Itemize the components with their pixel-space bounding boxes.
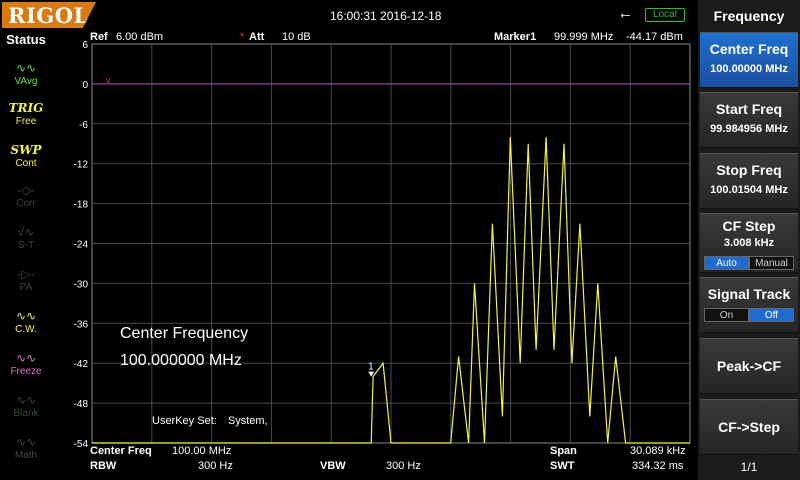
signal-track-button[interactable]: Signal Track On Off — [700, 277, 798, 333]
signal-track-on-option[interactable]: On — [704, 308, 749, 322]
logo-text: RIGOL — [8, 3, 89, 28]
stop-freq-button-value: 100.01504 MHz — [710, 184, 788, 196]
y-tick-label: -24 — [74, 240, 89, 251]
center-freq-button[interactable]: Center Freq 100.00000 MHz — [700, 32, 798, 88]
y-tick-label: -36 — [74, 319, 89, 330]
stop-freq-button-label: Stop Freq — [716, 162, 782, 178]
peak-to-cf-label: Peak->CF — [716, 358, 782, 374]
y-tick-label: 6 — [82, 40, 88, 51]
center-freq-label: Center Freq — [90, 445, 152, 457]
span-label: Span — [550, 445, 577, 457]
rbw-value: 300 Hz — [198, 460, 233, 472]
menu-title: Frequency — [713, 8, 785, 24]
signal-track-toggle[interactable]: On Off — [704, 308, 794, 322]
spectrum-plot[interactable]: 6 0 -6 -12 -18 -24 -30 -36 -42 -48 -54 v1 — [0, 30, 698, 450]
userkey-set-value: System, — [227, 415, 268, 427]
swt-label: SWT — [550, 460, 575, 472]
span-value: 30.089 kHz — [630, 445, 686, 457]
overlay-title: Center Frequency — [120, 325, 249, 342]
userkey-set-label: UserKey Set: — [152, 415, 217, 427]
signal-track-label: Signal Track — [707, 286, 791, 302]
userkey-label: UserKey Set: System, — [152, 415, 268, 427]
cf-step-auto-option[interactable]: Auto — [704, 256, 749, 270]
swt-value: 334.32 ms — [632, 460, 684, 472]
local-badge[interactable]: Local — [645, 8, 685, 22]
center-freq-button-value: 100.00000 MHz — [710, 63, 788, 75]
overlay-value: 100.000000 MHz — [120, 352, 242, 369]
marker1-number: 1 — [368, 362, 374, 373]
vbw-value: 300 Hz — [386, 460, 421, 472]
start-freq-button-value: 99.984956 MHz — [710, 123, 788, 135]
start-freq-button-label: Start Freq — [715, 101, 783, 117]
signal-track-off-option[interactable]: Off — [749, 308, 794, 322]
center-freq-button-label: Center Freq — [709, 41, 789, 57]
datetime: 16:00:31 2016-12-18 — [330, 9, 442, 23]
ref-marker-glyph: v — [106, 75, 111, 85]
center-freq-value: 100.00 MHz — [172, 445, 232, 457]
cf-step-button[interactable]: CF Step 3.008 kHz Auto Manual — [700, 213, 798, 273]
cf-step-value: 3.008 kHz — [723, 237, 775, 249]
start-freq-button[interactable]: Start Freq 99.984956 MHz — [700, 92, 798, 148]
y-tick-label: -6 — [79, 120, 88, 131]
y-tick-label: -48 — [74, 399, 89, 410]
rigol-logo: RIGOL — [2, 2, 96, 28]
usb-icon: ⭠ — [620, 7, 631, 22]
frequency-menu: Frequency Center Freq 100.00000 MHz Star… — [698, 0, 800, 480]
menu-page-indicator: 1/1 — [740, 460, 758, 474]
peak-to-cf-button[interactable]: Peak->CF — [700, 338, 798, 394]
top-bar: RIGOL 16:00:31 2016-12-18 ⭠ Local — [0, 0, 698, 30]
y-tick-label: -42 — [74, 359, 89, 370]
vbw-label: VBW — [320, 460, 346, 472]
spectrum-svg[interactable]: 60-6-12-18-24-30-36-42-48-54 v1 — [0, 30, 698, 450]
y-tick-label: 0 — [82, 80, 88, 91]
cf-step-label: CF Step — [722, 218, 776, 234]
cf-step-manual-option[interactable]: Manual — [749, 256, 794, 270]
y-tick-label: -18 — [74, 200, 89, 211]
y-tick-label: -12 — [74, 160, 89, 171]
footer: Center Freq 100.00 MHz RBW 300 Hz VBW 30… — [78, 444, 692, 480]
stop-freq-button[interactable]: Stop Freq 100.01504 MHz — [700, 153, 798, 209]
cf-to-step-label: CF->Step — [718, 419, 780, 435]
cf-to-step-button[interactable]: CF->Step — [700, 399, 798, 455]
cf-step-mode-toggle[interactable]: Auto Manual — [704, 256, 794, 270]
rbw-label: RBW — [90, 460, 117, 472]
y-tick-label: -30 — [74, 279, 89, 290]
